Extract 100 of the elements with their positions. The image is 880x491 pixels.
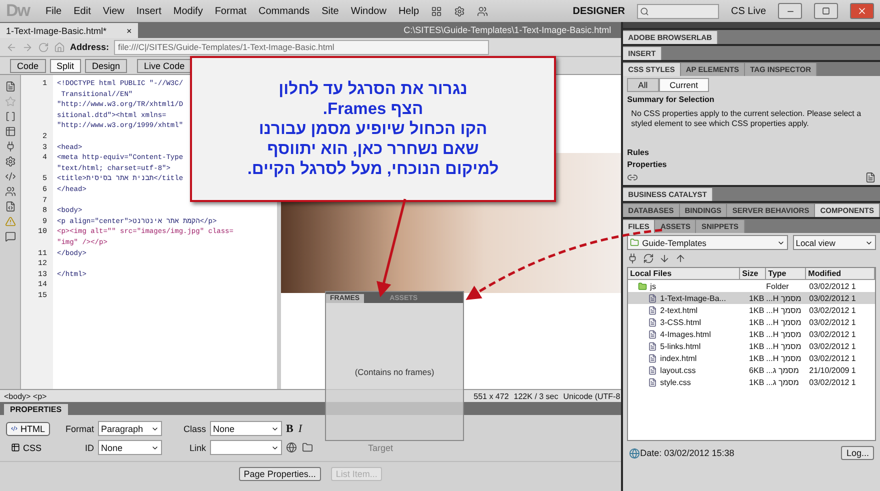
tag-selector[interactable]: <body> <p> bbox=[4, 392, 47, 400]
field-label: Target bbox=[368, 442, 394, 452]
get-icon[interactable] bbox=[659, 253, 670, 264]
section-title: Summary for Selection bbox=[627, 95, 716, 104]
globe-icon bbox=[629, 448, 640, 458]
app-logo: Dw bbox=[6, 1, 30, 21]
field-label: Link bbox=[188, 442, 206, 452]
callout-text: נגרור את הסרגל עד לחלון bbox=[278, 79, 468, 99]
column-header[interactable]: Size bbox=[740, 268, 766, 279]
people-icon[interactable] bbox=[477, 6, 488, 16]
new-rule-icon[interactable] bbox=[865, 172, 876, 183]
log-button[interactable]: Log... bbox=[841, 446, 874, 460]
put-icon[interactable] bbox=[675, 253, 686, 264]
brackets-icon[interactable] bbox=[4, 111, 16, 122]
format-select[interactable]: Paragraph bbox=[98, 421, 162, 436]
view-button[interactable]: Design bbox=[85, 58, 128, 72]
layout-icon[interactable] bbox=[431, 6, 442, 16]
callout-text: שאם נשחרר כאן, הוא יתווסף bbox=[267, 139, 479, 159]
panel-tab[interactable]: PROPERTIES bbox=[4, 404, 68, 415]
settings-icon[interactable] bbox=[454, 6, 466, 16]
column-header[interactable]: Local Files bbox=[628, 268, 740, 279]
summary-text: No CSS properties apply to the current selection. Please select a styled element to see which CSS properties apply. bbox=[630, 108, 862, 130]
italic-button[interactable]: I bbox=[298, 422, 302, 434]
css-mode-button[interactable]: CSS bbox=[6, 440, 50, 454]
callout-text: הצף Frames. bbox=[322, 99, 424, 119]
id-select[interactable]: None bbox=[98, 440, 162, 455]
menu-item[interactable]: Window bbox=[350, 6, 386, 16]
file-icon bbox=[648, 330, 658, 338]
file-icon[interactable] bbox=[4, 81, 16, 92]
section-title: Properties bbox=[627, 160, 668, 169]
close-button[interactable] bbox=[850, 3, 874, 19]
menu-item[interactable]: Edit bbox=[74, 6, 91, 16]
menu-item[interactable]: View bbox=[102, 6, 124, 16]
live-code-button[interactable]: Live Code bbox=[137, 58, 192, 72]
menu-item[interactable]: Commands bbox=[258, 6, 310, 16]
window-size[interactable]: 551 x 472 bbox=[474, 392, 509, 400]
file-path: C:\SITES\Guide-Templates\1-Text-Image-Basic.html bbox=[404, 25, 612, 35]
mode-tab[interactable]: Current bbox=[658, 78, 709, 92]
field-label: Class bbox=[182, 424, 206, 434]
menu-item[interactable]: Modify bbox=[173, 6, 203, 16]
folder-icon[interactable] bbox=[302, 442, 313, 453]
view-select[interactable]: Local view bbox=[792, 235, 876, 250]
column-header[interactable]: Type bbox=[766, 268, 806, 279]
cs-live-button[interactable]: CS Live bbox=[730, 6, 766, 16]
site-select[interactable]: Guide-Templates bbox=[627, 235, 788, 250]
code-icon[interactable] bbox=[4, 171, 16, 182]
workspace-switcher[interactable]: DESIGNER bbox=[572, 6, 625, 16]
download-time: 122K / 3 sec bbox=[514, 392, 558, 400]
comment-icon[interactable] bbox=[4, 231, 16, 242]
panel-button[interactable]: Page Properties... bbox=[238, 467, 321, 481]
callout-text: למיקום הנוכחי, מעל לסרגל הקיים. bbox=[247, 159, 499, 179]
class-select[interactable]: None bbox=[210, 421, 282, 436]
column-header[interactable]: Modified bbox=[806, 268, 875, 279]
menu-item[interactable]: Insert bbox=[136, 6, 162, 16]
file-icon bbox=[648, 342, 658, 350]
menu-item[interactable]: Format bbox=[214, 6, 246, 16]
close-tab-button[interactable]: × bbox=[126, 26, 132, 36]
close-icon bbox=[857, 6, 867, 16]
bold-button[interactable]: B bbox=[286, 422, 294, 434]
file-icon bbox=[648, 366, 658, 374]
file-icon bbox=[648, 318, 658, 326]
link-icon[interactable] bbox=[627, 172, 638, 183]
date-text: Date: 03/02/2012 15:38 bbox=[640, 448, 734, 458]
view-button[interactable]: Split bbox=[50, 58, 82, 72]
view-button[interactable]: Code bbox=[10, 58, 46, 72]
search-icon bbox=[640, 6, 649, 16]
menu-item[interactable]: Site bbox=[322, 6, 339, 16]
star-icon[interactable] bbox=[4, 96, 16, 107]
file-row[interactable]: js Folder 03/02/2012 1 bbox=[628, 280, 875, 292]
menu-item[interactable]: Help bbox=[398, 6, 420, 16]
connect-icon[interactable] bbox=[627, 253, 638, 264]
document-tab[interactable]: 1-Text-Image-Basic.html* × bbox=[0, 23, 138, 38]
address-label: Address: bbox=[70, 42, 110, 52]
callout-text: הקו הכחול שיופיע מסמן עבורנו bbox=[258, 119, 488, 139]
menu-item[interactable]: File bbox=[46, 6, 62, 16]
file-icon bbox=[648, 294, 658, 302]
encoding: Unicode (UTF-8 bbox=[563, 392, 620, 400]
refresh-icon[interactable] bbox=[643, 253, 654, 264]
file-code-icon[interactable] bbox=[4, 201, 16, 212]
globe-icon[interactable] bbox=[286, 442, 297, 453]
section-title: Rules bbox=[627, 148, 650, 157]
folder-icon bbox=[638, 282, 648, 290]
empty-message: (Contains no frames) bbox=[354, 367, 434, 377]
minimize-button[interactable] bbox=[778, 3, 802, 19]
code-icon bbox=[11, 424, 18, 433]
field-label: ID bbox=[84, 442, 94, 452]
mode-tab[interactable]: All bbox=[627, 78, 659, 92]
maximize-button[interactable] bbox=[814, 3, 838, 19]
plug-icon[interactable] bbox=[4, 141, 16, 152]
search-field[interactable] bbox=[636, 4, 719, 18]
maximize-icon bbox=[822, 7, 830, 15]
address-field[interactable]: file:///C|/SITES/Guide-Templates/1-Text-Image-Basic.html bbox=[114, 40, 490, 54]
table-icon[interactable] bbox=[4, 126, 16, 137]
link-field[interactable] bbox=[210, 440, 282, 455]
file-icon bbox=[648, 378, 658, 386]
gear-icon[interactable] bbox=[4, 156, 16, 167]
html-mode-button[interactable]: HTML bbox=[6, 422, 50, 436]
people-icon[interactable] bbox=[4, 186, 16, 197]
folder-icon bbox=[630, 238, 640, 247]
field-label: Format bbox=[64, 424, 94, 434]
